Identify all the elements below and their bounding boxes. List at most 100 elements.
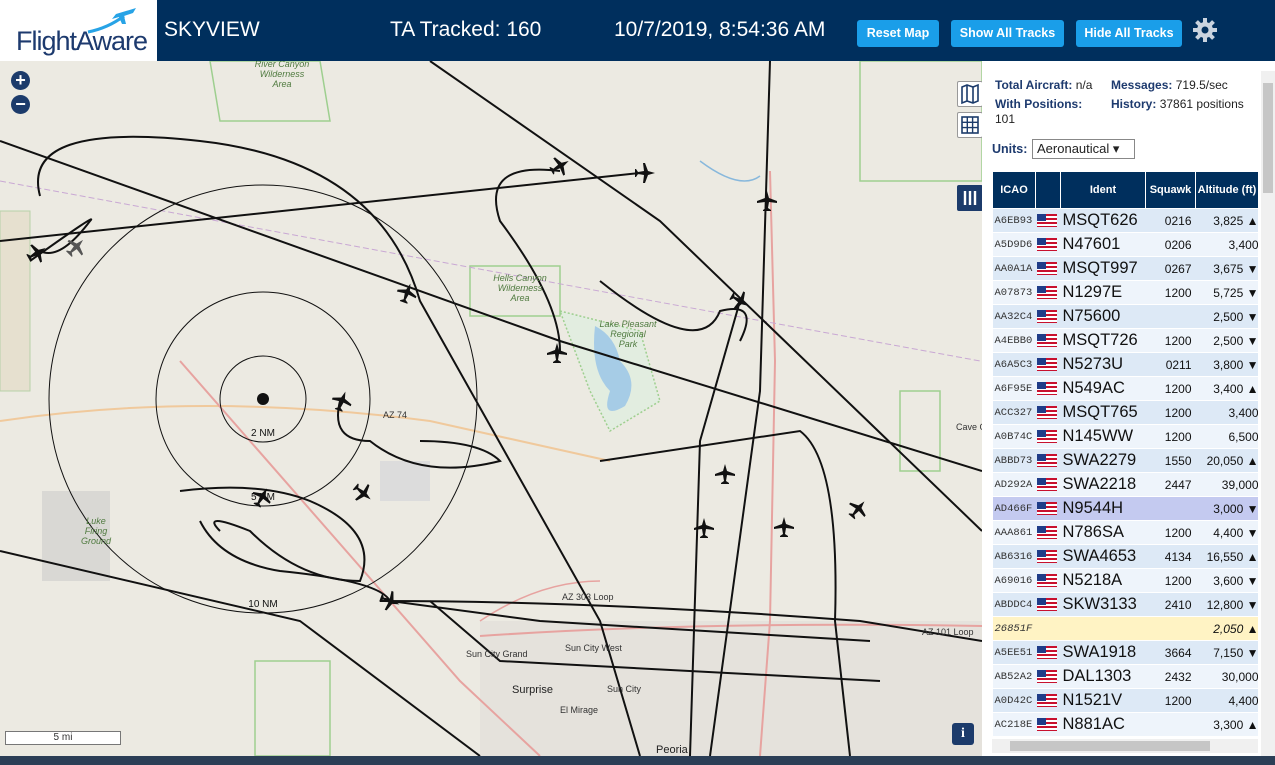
- altitude-cell: 30,000: [1195, 664, 1258, 689]
- aircraft-icon[interactable]: [715, 464, 735, 484]
- flightaware-logo[interactable]: FlightAware: [0, 0, 157, 61]
- taskbar: [0, 756, 1275, 765]
- table-row[interactable]: A6A5C3 N5273U 0211 3,800 ▼: [992, 352, 1258, 377]
- table-row[interactable]: AC218E N881AC 3,300 ▲: [992, 712, 1258, 737]
- altitude-cell: 6,500: [1195, 424, 1258, 449]
- column-header-icao[interactable]: ICAO: [992, 171, 1036, 209]
- squawk-cell: [1145, 712, 1196, 737]
- current-datetime: 10/7/2019, 8:54:36 AM: [614, 18, 826, 41]
- toggle-sidebar-button[interactable]: [957, 185, 982, 211]
- squawk-cell: 0206: [1145, 232, 1196, 257]
- units-select[interactable]: Aeronautical ▾: [1032, 139, 1135, 159]
- us-flag-icon: [1036, 501, 1057, 515]
- hide-all-tracks-button[interactable]: Hide All Tracks: [1076, 20, 1182, 47]
- table-row[interactable]: ACC327 MSQT765 1200 3,400: [992, 400, 1258, 425]
- show-all-tracks-button[interactable]: Show All Tracks: [951, 20, 1064, 47]
- scrollbar-thumb[interactable]: [1010, 741, 1210, 751]
- table-row[interactable]: A0D42C N1521V 1200 4,400: [992, 688, 1258, 713]
- us-flag-icon: [1036, 669, 1057, 683]
- us-flag-icon: [1036, 573, 1057, 587]
- squawk-cell: 1200: [1145, 280, 1196, 305]
- us-flag-icon: [1036, 597, 1057, 611]
- squawk-cell: 1200: [1145, 328, 1196, 353]
- altitude-cell: 2,500 ▼: [1195, 328, 1258, 353]
- label-peoria: Peoria: [656, 744, 689, 756]
- table-row[interactable]: AB52A2 DAL1303 2432 30,000: [992, 664, 1258, 689]
- column-header-squawk[interactable]: Squawk: [1145, 171, 1196, 209]
- label-cave-creek: Cave Cr: [956, 422, 982, 432]
- icao-cell: ABDDC4: [992, 592, 1036, 617]
- flag-cell: [1035, 712, 1061, 737]
- map-type-button[interactable]: [957, 81, 982, 107]
- table-row[interactable]: 26851F 2,050 ▲: [992, 616, 1258, 641]
- table-row[interactable]: AD466F N9544H 3,000 ▼: [992, 496, 1258, 521]
- us-flag-icon: [1036, 405, 1057, 419]
- table-row[interactable]: AAA861 N786SA 1200 4,400 ▼: [992, 520, 1258, 545]
- map-canvas[interactable]: River Canyon Wilderness Area Hells Canyon W…: [0, 61, 982, 756]
- aircraft-table: ICAO Ident Squawk Altitude (ft) A6EB93 MS…: [992, 171, 1258, 737]
- zoom-out-button[interactable]: −: [11, 95, 30, 114]
- messages-value: 719.5/sec: [1175, 78, 1228, 92]
- column-header-altitude[interactable]: Altitude (ft): [1195, 171, 1258, 209]
- label-sun-city: Sun City: [607, 684, 642, 694]
- ident-cell: N786SA: [1060, 520, 1146, 545]
- column-header-ident[interactable]: Ident: [1060, 171, 1146, 209]
- label-range-2nm: 2 NM: [251, 428, 275, 439]
- horizontal-scrollbar[interactable]: [992, 739, 1258, 753]
- aircraft-icon[interactable]: [635, 163, 655, 183]
- icao-cell: A0B74C: [992, 424, 1036, 449]
- scrollbar-thumb[interactable]: [1263, 83, 1273, 193]
- aircraft-icon[interactable]: [757, 191, 777, 211]
- table-row[interactable]: ABBD73 SWA2279 1550 20,050 ▲: [992, 448, 1258, 473]
- aircraft-icons[interactable]: [23, 152, 872, 613]
- us-flag-icon: [1036, 429, 1057, 443]
- aircraft-icon[interactable]: [349, 479, 377, 507]
- table-row[interactable]: A5EE51 SWA1918 3664 7,150 ▼: [992, 640, 1258, 665]
- ident-cell: N47601: [1060, 232, 1146, 257]
- column-header-flag[interactable]: [1035, 171, 1061, 209]
- table-row[interactable]: A4EBB0 MSQT726 1200 2,500 ▼: [992, 328, 1258, 353]
- altitude-cell: 7,150 ▼: [1195, 640, 1258, 665]
- squawk-cell: [1145, 616, 1196, 641]
- gear-icon[interactable]: [1192, 17, 1218, 43]
- aircraft-icon[interactable]: [774, 517, 794, 537]
- altitude-cell: 12,800 ▼: [1195, 592, 1258, 617]
- grid-toggle-button[interactable]: [957, 112, 982, 138]
- flag-cell: [1035, 256, 1061, 281]
- map-icon: [961, 83, 979, 105]
- boundary-line: [0, 180, 981, 362]
- total-aircraft-label: Total Aircraft:: [995, 78, 1073, 92]
- table-row[interactable]: A5D9D6 N47601 0206 3,400: [992, 232, 1258, 257]
- aircraft-icon[interactable]: [547, 343, 567, 363]
- table-row[interactable]: AA32C4 N75600 2,500 ▼: [992, 304, 1258, 329]
- info-button[interactable]: i: [952, 723, 974, 745]
- flag-cell: [1035, 616, 1061, 641]
- squawk-cell: 0267: [1145, 256, 1196, 281]
- ident-cell: N75600: [1060, 304, 1146, 329]
- reset-map-button[interactable]: Reset Map: [857, 20, 939, 47]
- river: [699, 160, 761, 182]
- ident-cell: MSQT726: [1060, 328, 1146, 353]
- aircraft-icon[interactable]: [546, 152, 573, 179]
- table-row[interactable]: AA0A1A MSQT997 0267 3,675 ▼: [992, 256, 1258, 281]
- aircraft-icon[interactable]: [844, 495, 872, 523]
- map-area[interactable]: River Canyon Wilderness Area Hells Canyon W…: [0, 61, 982, 756]
- table-row[interactable]: A07873 N1297E 1200 5,725 ▼: [992, 280, 1258, 305]
- vertical-scrollbar[interactable]: [1261, 71, 1275, 765]
- table-row[interactable]: AD292A SWA2218 2447 39,000: [992, 472, 1258, 497]
- table-row[interactable]: A6F95E N549AC 1200 3,400 ▲: [992, 376, 1258, 401]
- map-scale-bar: 5 mi: [5, 731, 121, 745]
- zoom-in-button[interactable]: +: [11, 71, 30, 90]
- table-row[interactable]: AB6316 SWA4653 4134 16,550 ▲: [992, 544, 1258, 569]
- table-row[interactable]: A0B74C N145WW 1200 6,500: [992, 424, 1258, 449]
- icao-cell: AA0A1A: [992, 256, 1036, 281]
- ident-cell: N1521V: [1060, 688, 1146, 713]
- track-line: [0, 550, 481, 756]
- squawk-cell: 1200: [1145, 568, 1196, 593]
- table-row[interactable]: ABDDC4 SKW3133 2410 12,800 ▼: [992, 592, 1258, 617]
- table-row[interactable]: A69016 N5218A 1200 3,600 ▼: [992, 568, 1258, 593]
- track-line: [0, 140, 982, 472]
- table-row[interactable]: A6EB93 MSQT626 0216 3,825 ▲: [992, 208, 1258, 233]
- squawk-cell: 3664: [1145, 640, 1196, 665]
- squawk-cell: 1200: [1145, 400, 1196, 425]
